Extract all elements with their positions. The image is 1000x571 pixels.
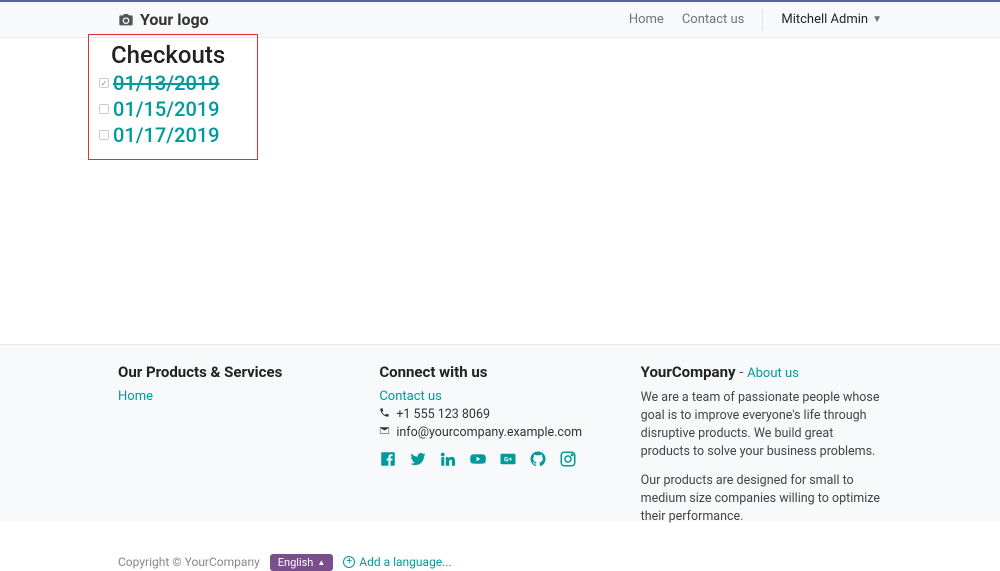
about-sep: - xyxy=(736,363,748,381)
checkout-item[interactable]: 01/17/2019 xyxy=(99,123,247,147)
checkout-date: 01/13/2019 xyxy=(113,71,220,95)
footer-phone: +1 555 123 8069 xyxy=(379,407,620,422)
svg-text:G+: G+ xyxy=(504,456,513,464)
googleplus-icon[interactable]: G+ xyxy=(499,450,517,472)
checkout-date: 01/17/2019 xyxy=(113,123,220,147)
nav-contact[interactable]: Contact us xyxy=(682,12,745,27)
add-language-link[interactable]: + Add a language... xyxy=(343,555,451,569)
main-content: Checkouts ✓ 01/13/2019 01/15/2019 01/17/… xyxy=(0,38,1000,344)
footer-email: info@yourcompany.example.com xyxy=(379,425,620,440)
footer-col-connect: Connect with us Contact us +1 555 123 80… xyxy=(379,363,620,536)
footer: Our Products & Services Home Connect wit… xyxy=(0,344,1000,522)
language-label: English xyxy=(278,556,314,569)
facebook-icon[interactable] xyxy=(379,450,397,472)
plus-circle-icon: + xyxy=(343,556,355,568)
user-menu[interactable]: Mitchell Admin ▼ xyxy=(781,12,882,27)
phone-text: +1 555 123 8069 xyxy=(396,407,490,422)
add-language-text: Add a language... xyxy=(359,555,451,569)
twitter-icon[interactable] xyxy=(409,450,427,472)
camera-icon xyxy=(118,12,134,28)
checkbox-icon[interactable]: ✓ xyxy=(99,78,109,88)
checkouts-heading: Checkouts xyxy=(99,41,247,69)
checkbox-icon[interactable] xyxy=(99,104,109,114)
footer-col-about: YourCompany - About us We are a team of … xyxy=(641,363,882,536)
user-name: Mitchell Admin xyxy=(781,12,868,27)
nav-home[interactable]: Home xyxy=(629,12,664,27)
checkouts-panel: Checkouts ✓ 01/13/2019 01/15/2019 01/17/… xyxy=(88,34,258,160)
github-icon[interactable] xyxy=(529,450,547,472)
footer-heading-products: Our Products & Services xyxy=(118,363,359,381)
instagram-icon[interactable] xyxy=(559,450,577,472)
about-para-2: Our products are designed for small to m… xyxy=(641,472,882,526)
phone-icon xyxy=(379,407,390,422)
youtube-icon[interactable] xyxy=(469,450,487,472)
footer-col-products: Our Products & Services Home xyxy=(118,363,359,536)
checkout-date: 01/15/2019 xyxy=(113,97,220,121)
company-name: YourCompany xyxy=(641,363,736,381)
nav-separator xyxy=(762,9,763,31)
about-para-1: We are a team of passionate people whose… xyxy=(641,389,882,462)
chevron-up-icon: ▲ xyxy=(317,558,325,567)
nav-right: Home Contact us Mitchell Admin ▼ xyxy=(629,9,882,31)
envelope-icon xyxy=(379,425,390,440)
footer-link-home[interactable]: Home xyxy=(118,389,153,404)
footer-link-contact[interactable]: Contact us xyxy=(379,389,442,404)
linkedin-icon[interactable] xyxy=(439,450,457,472)
logo-text: Your logo xyxy=(140,10,209,29)
checkout-item[interactable]: ✓ 01/13/2019 xyxy=(99,71,247,95)
social-row: G+ xyxy=(379,450,620,472)
about-link[interactable]: About us xyxy=(747,366,799,381)
email-text: info@yourcompany.example.com xyxy=(396,425,582,440)
footer-heading-about: YourCompany - About us xyxy=(641,363,882,381)
checkout-item[interactable]: 01/15/2019 xyxy=(99,97,247,121)
chevron-down-icon: ▼ xyxy=(872,14,882,25)
top-nav: Your logo Home Contact us Mitchell Admin… xyxy=(0,0,1000,38)
checkbox-icon[interactable] xyxy=(99,130,109,140)
site-logo[interactable]: Your logo xyxy=(118,10,209,29)
footer-bottom: Copyright © YourCompany English ▲ + Add … xyxy=(118,554,882,571)
copyright-text: Copyright © YourCompany xyxy=(118,555,260,569)
footer-heading-connect: Connect with us xyxy=(379,363,620,381)
language-selector[interactable]: English ▲ xyxy=(270,554,334,571)
